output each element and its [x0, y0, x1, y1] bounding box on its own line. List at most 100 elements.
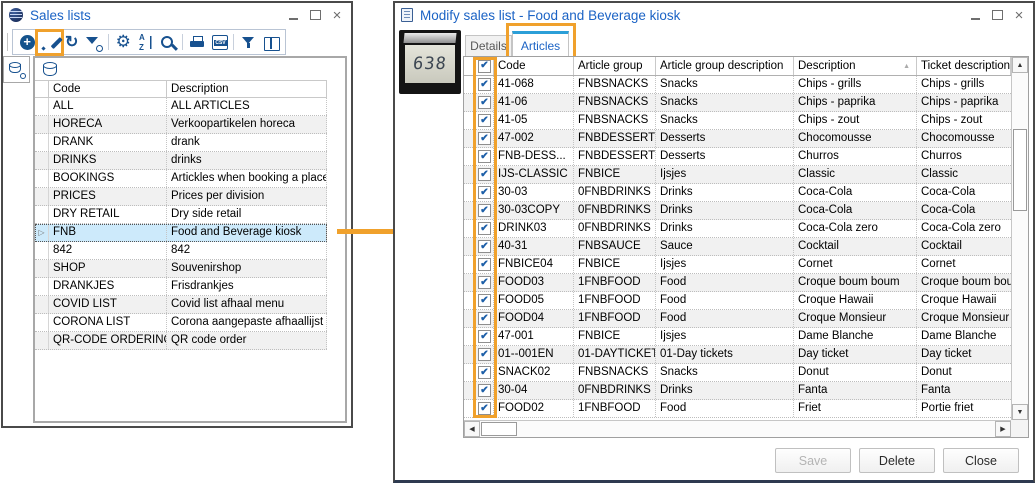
scroll-down-button[interactable] — [1012, 404, 1028, 420]
row-checkbox[interactable] — [478, 78, 491, 91]
add-button[interactable] — [16, 32, 38, 53]
minimize-icon[interactable] — [285, 8, 301, 23]
row-checkbox[interactable] — [478, 330, 491, 343]
article-row[interactable]: 41-06FNBSNACKSSnacksChips - paprikaChips… — [464, 94, 1011, 112]
article-row[interactable]: FOOD031FNBFOODFoodCroque boum boumCroque… — [464, 274, 1011, 292]
save-button[interactable]: Save — [775, 448, 851, 473]
article-row[interactable]: 47-001FNBICEIjsjesDame BlancheDame Blanc… — [464, 328, 1011, 346]
export-csv-button[interactable] — [208, 32, 230, 53]
row-checkbox[interactable] — [478, 384, 491, 397]
sales-list-row[interactable]: DRANKdrank — [35, 134, 327, 152]
column-header-code[interactable]: Code — [49, 81, 167, 97]
article-row[interactable]: FNB-DESS...FNBDESSERTDessertsChurrosChur… — [464, 148, 1011, 166]
horizontal-scrollbar-thumb[interactable] — [481, 422, 517, 436]
article-row[interactable]: FOOD041FNBFOODFoodCroque MonsieurCroque … — [464, 310, 1011, 328]
row-checkbox[interactable] — [478, 186, 491, 199]
row-checkbox[interactable] — [478, 348, 491, 361]
horizontal-scrollbar[interactable] — [464, 420, 1011, 437]
row-checkbox[interactable] — [478, 222, 491, 235]
close-icon[interactable] — [329, 8, 345, 23]
article-row[interactable]: DRINK030FNBDRINKSDrinksCoca-Cola zeroCoc… — [464, 220, 1011, 238]
column-header-description[interactable]: Description — [794, 57, 917, 75]
sales-list-row[interactable]: DRY RETAILDry side retail — [35, 206, 327, 224]
database-search-button[interactable] — [3, 56, 30, 83]
article-row[interactable]: 01--001EN01-DAYTICKETS01-Day ticketsDay … — [464, 346, 1011, 364]
minimize-icon[interactable] — [967, 8, 983, 23]
row-checkbox[interactable] — [478, 96, 491, 109]
maximize-icon[interactable] — [989, 8, 1005, 23]
search-button[interactable] — [157, 32, 179, 53]
select-all-checkbox[interactable] — [478, 60, 491, 73]
indicator-column-header — [464, 57, 476, 75]
cell-ticket-description: Portie friet — [917, 400, 1011, 417]
article-row[interactable]: 47-002FNBDESSERTDessertsChocomousseChoco… — [464, 130, 1011, 148]
sales-list-row[interactable]: ALLALL ARTICLES — [35, 98, 327, 116]
article-row[interactable]: FOOD021FNBFOODFoodFrietPortie friet — [464, 400, 1011, 418]
article-row[interactable]: IJS-CLASSICFNBICEIjsjesClassicClassic — [464, 166, 1011, 184]
clear-filter-button[interactable] — [83, 32, 105, 53]
close-button[interactable]: Close — [943, 448, 1019, 473]
article-row[interactable]: SNACK02FNBSNACKSSnacksDonutDonut — [464, 364, 1011, 382]
settings-button[interactable] — [112, 32, 134, 53]
print-button[interactable] — [186, 32, 208, 53]
sales-list-row[interactable]: HORECAVerkoopartikelen horeca — [35, 116, 327, 134]
row-checkbox[interactable] — [478, 168, 491, 181]
row-checkbox[interactable] — [478, 258, 491, 271]
row-checkbox[interactable] — [478, 276, 491, 289]
scroll-left-button[interactable] — [464, 421, 480, 437]
row-checkbox[interactable] — [478, 150, 491, 163]
article-row[interactable]: 41-05FNBSNACKSSnacksChips - zoutChips - … — [464, 112, 1011, 130]
row-checkbox[interactable] — [478, 204, 491, 217]
row-checkbox[interactable] — [478, 312, 491, 325]
filter-button[interactable] — [237, 32, 259, 53]
article-row[interactable]: FOOD051FNBFOODFoodCroque HawaiiCroque Ha… — [464, 292, 1011, 310]
sales-list-row[interactable]: DRANKJESFrisdrankjes — [35, 278, 327, 296]
sales-list-row[interactable]: BOOKINGSArtickles when booking a place — [35, 170, 327, 188]
sales-list-row[interactable]: 842842 — [35, 242, 327, 260]
edit-button[interactable] — [38, 32, 60, 53]
close-icon[interactable] — [1011, 8, 1027, 23]
scroll-right-button[interactable] — [995, 421, 1011, 437]
article-row[interactable]: 40-31FNBSAUCESauceCocktailCocktail — [464, 238, 1011, 256]
article-row[interactable]: FNBICE04FNBICEIjsjesCornetCornet — [464, 256, 1011, 274]
sales-list-row[interactable]: QR-CODE ORDERINGQR code order — [35, 332, 327, 350]
column-header-article-group[interactable]: Article group — [574, 57, 656, 75]
sales-list-row[interactable]: CORONA LISTCorona aangepaste afhaallijst — [35, 314, 327, 332]
cell-checkbox — [476, 148, 494, 165]
row-checkbox[interactable] — [478, 240, 491, 253]
row-checkbox[interactable] — [478, 366, 491, 379]
sales-list-row[interactable]: DRINKSdrinks — [35, 152, 327, 170]
delete-button[interactable]: Delete — [859, 448, 935, 473]
refresh-button[interactable] — [61, 32, 83, 53]
sort-az-button[interactable] — [134, 32, 156, 53]
column-header-article-group-description[interactable]: Article group description — [656, 57, 794, 75]
tab-articles[interactable]: Articles — [512, 31, 569, 57]
article-row[interactable]: 30-03COPY0FNBDRINKSDrinksCoca-ColaCoca-C… — [464, 202, 1011, 220]
column-header-code[interactable]: Code — [494, 57, 574, 75]
sales-list-row[interactable]: COVID LISTCovid list afhaal menu — [35, 296, 327, 314]
article-row[interactable]: 41-068FNBSNACKSSnacksChips - grillsChips… — [464, 76, 1011, 94]
sales-list-row[interactable]: FNBFood and Beverage kiosk — [35, 224, 327, 242]
sales-list-row[interactable]: SHOPSouvenirshop — [35, 260, 327, 278]
row-checkbox[interactable] — [478, 132, 491, 145]
article-row[interactable]: 30-040FNBDRINKSDrinksFantaFanta — [464, 382, 1011, 400]
column-header-ticket-description[interactable]: Ticket description — [917, 57, 1011, 75]
vertical-scrollbar[interactable] — [1011, 57, 1028, 420]
maximize-icon[interactable] — [307, 8, 323, 23]
vertical-scrollbar-thumb[interactable] — [1013, 129, 1027, 211]
scroll-up-button[interactable] — [1012, 57, 1028, 73]
row-indicator-cell — [35, 170, 49, 187]
thumbnail-reflection — [403, 33, 456, 43]
sales-list-row[interactable]: PRICESPrices per division — [35, 188, 327, 206]
cell-description: Dry side retail — [167, 206, 327, 223]
article-photo-thumbnail[interactable]: 638 — [399, 30, 461, 94]
tab-details[interactable]: Details — [465, 35, 512, 57]
article-row[interactable]: 30-030FNBDRINKSDrinksCoca-ColaCoca-Cola — [464, 184, 1011, 202]
columns-button[interactable] — [260, 32, 282, 53]
cell-checkbox — [476, 112, 494, 129]
column-header-description[interactable]: Description — [167, 81, 327, 97]
row-checkbox[interactable] — [478, 294, 491, 307]
desktop: Sales lists Code Description ALLALL ARTI… — [0, 0, 1036, 485]
row-checkbox[interactable] — [478, 114, 491, 127]
row-checkbox[interactable] — [478, 402, 491, 415]
